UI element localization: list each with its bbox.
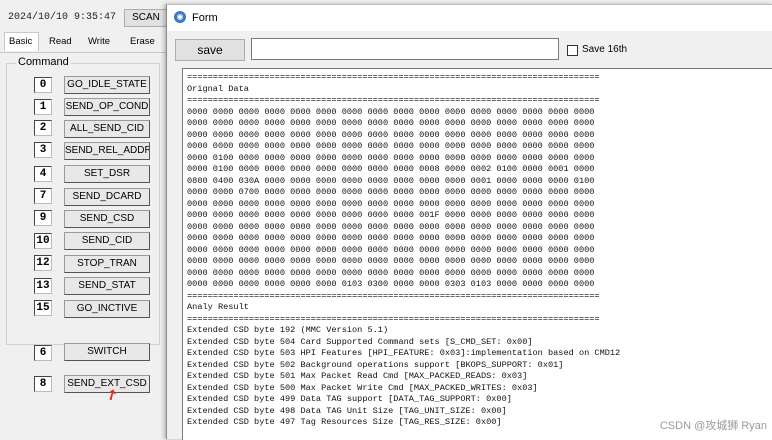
- cmd-number: 4: [34, 166, 52, 182]
- tab-write[interactable]: Write: [88, 36, 110, 47]
- hex-row: 0000 0100 0000 0000 0000 0000 0000 0000 …: [187, 164, 595, 174]
- analy-line: Extended CSD byte 502 Background operati…: [187, 359, 564, 370]
- output-textbox[interactable]: ========================================…: [182, 68, 772, 440]
- cmd-number: 2: [34, 120, 52, 136]
- separator-line: ========================================…: [187, 72, 600, 82]
- cmd-number: 9: [34, 210, 52, 226]
- hex-row: 0000 0000 0000 0000 0000 0000 0000 0000 …: [187, 256, 595, 266]
- send-dcard-button[interactable]: SEND_DCARD: [64, 188, 150, 206]
- analy-line: Extended CSD byte 504 Card Supported Com…: [187, 336, 533, 347]
- analy-line: Extended CSD byte 497 Tag Resources Size…: [187, 417, 502, 427]
- go-inctive-button[interactable]: GO_INCTIVE: [64, 300, 150, 318]
- tab-basic[interactable]: Basic: [4, 32, 40, 51]
- hex-row: 0000 0000 0000 0000 0000 0000 0103 0300 …: [187, 279, 595, 289]
- analy-line: Extended CSD byte 500 Max Packet Write C…: [187, 382, 538, 393]
- output-text: ========================================…: [187, 72, 620, 429]
- hex-row: 0000 0000 0000 0000 0000 0000 0000 0000 …: [187, 267, 595, 278]
- send-stat-button[interactable]: SEND_STAT: [64, 277, 150, 295]
- original-data-header: Orignal Data: [187, 83, 249, 94]
- hex-row: 0000 0000 0000 0000 0000 0000 0000 0000 …: [187, 118, 595, 128]
- cmd-number: 12: [34, 255, 52, 271]
- hex-row: 0000 0000 0000 0000 0000 0000 0000 0000 …: [187, 129, 595, 140]
- scan-button[interactable]: SCAN: [124, 9, 168, 27]
- separator-line: ========================================…: [187, 313, 600, 324]
- save-16th-label: Save 16th: [582, 44, 628, 55]
- save-button[interactable]: save: [175, 39, 245, 61]
- cmd-number: 13: [34, 278, 52, 294]
- send-rel-addr-button[interactable]: SEND_REL_ADDR: [64, 142, 150, 160]
- cmd-number: 0: [34, 77, 52, 93]
- form-titlebar[interactable]: ◉ Form: [167, 5, 772, 31]
- datetime-display: 2024/10/10 9:35:47: [8, 12, 117, 23]
- hex-row: 0000 0100 0000 0000 0000 0000 0000 0000 …: [187, 152, 595, 163]
- file-path-input[interactable]: [251, 38, 559, 60]
- stop-tran-button[interactable]: STOP_TRAN: [64, 255, 150, 273]
- switch-button[interactable]: SWITCH: [64, 343, 150, 361]
- form-title: Form: [192, 12, 218, 24]
- hex-row: 0000 0000 0000 0000 0000 0000 0000 0000 …: [187, 106, 595, 117]
- cmd-number: 3: [34, 142, 52, 158]
- watermark: CSDN @攻城狮 Ryan: [659, 420, 767, 432]
- send-cid-button[interactable]: SEND_CID: [64, 232, 150, 250]
- send-csd-button[interactable]: SEND_CSD: [64, 210, 150, 228]
- cmd-number: 6: [34, 345, 52, 361]
- cmd-number: 15: [34, 300, 52, 316]
- hex-row: 0000 0000 0000 0000 0000 0000 0000 0000 …: [187, 244, 595, 255]
- hex-row: 0800 0400 030A 0000 0000 0000 0000 0000 …: [187, 175, 595, 186]
- hex-row: 0000 0000 0000 0000 0000 0000 0000 0000 …: [187, 233, 595, 243]
- hex-row: 0000 0000 0000 0000 0000 0000 0000 0000 …: [187, 198, 595, 209]
- form-app-icon: ◉: [174, 11, 186, 23]
- cmd-number: 7: [34, 188, 52, 204]
- hex-row: 0000 0000 0000 0000 0000 0000 0000 0000 …: [187, 210, 595, 220]
- tab-erase[interactable]: Erase: [130, 36, 155, 47]
- hex-row: 0000 0000 0000 0000 0000 0000 0000 0000 …: [187, 141, 595, 151]
- tab-strip: Basic Read Write Erase: [0, 32, 168, 53]
- analy-result-header: Analy Result: [187, 302, 249, 312]
- separator-line: ========================================…: [187, 95, 600, 105]
- form-window: ◉ Form save Save 16th ==================…: [166, 4, 772, 440]
- separator-line: ========================================…: [187, 290, 600, 301]
- main-window: 2024/10/10 9:35:47 SCAN Basic Read Write…: [0, 0, 168, 438]
- tab-read[interactable]: Read: [49, 36, 72, 47]
- hex-row: 0000 0000 0000 0000 0000 0000 0000 0000 …: [187, 221, 595, 232]
- cmd-number: 10: [34, 233, 52, 249]
- set-dsr-button[interactable]: SET_DSR: [64, 165, 150, 183]
- analy-line: Extended CSD byte 192 (MMC Version 5.1): [187, 325, 389, 335]
- command-group-label: Command: [16, 56, 71, 68]
- analy-line: Extended CSD byte 498 Data TAG Unit Size…: [187, 405, 507, 416]
- cmd-number: 1: [34, 99, 52, 115]
- all-send-cid-button[interactable]: ALL_SEND_CID: [64, 120, 150, 138]
- send-op-cond-button[interactable]: SEND_OP_COND: [64, 98, 150, 116]
- go-idle-state-button[interactable]: GO_IDLE_STATE: [64, 76, 150, 94]
- cmd-number: 8: [34, 376, 52, 392]
- save-16th-checkbox[interactable]: [567, 45, 578, 56]
- hex-row: 0000 0000 0700 0000 0000 0000 0000 0000 …: [187, 187, 595, 197]
- analy-line: Extended CSD byte 501 Max Packet Read Cm…: [187, 371, 528, 381]
- analy-line: Extended CSD byte 503 HPI Features [HPI_…: [187, 348, 621, 358]
- analy-line: Extended CSD byte 499 Data TAG support […: [187, 394, 512, 404]
